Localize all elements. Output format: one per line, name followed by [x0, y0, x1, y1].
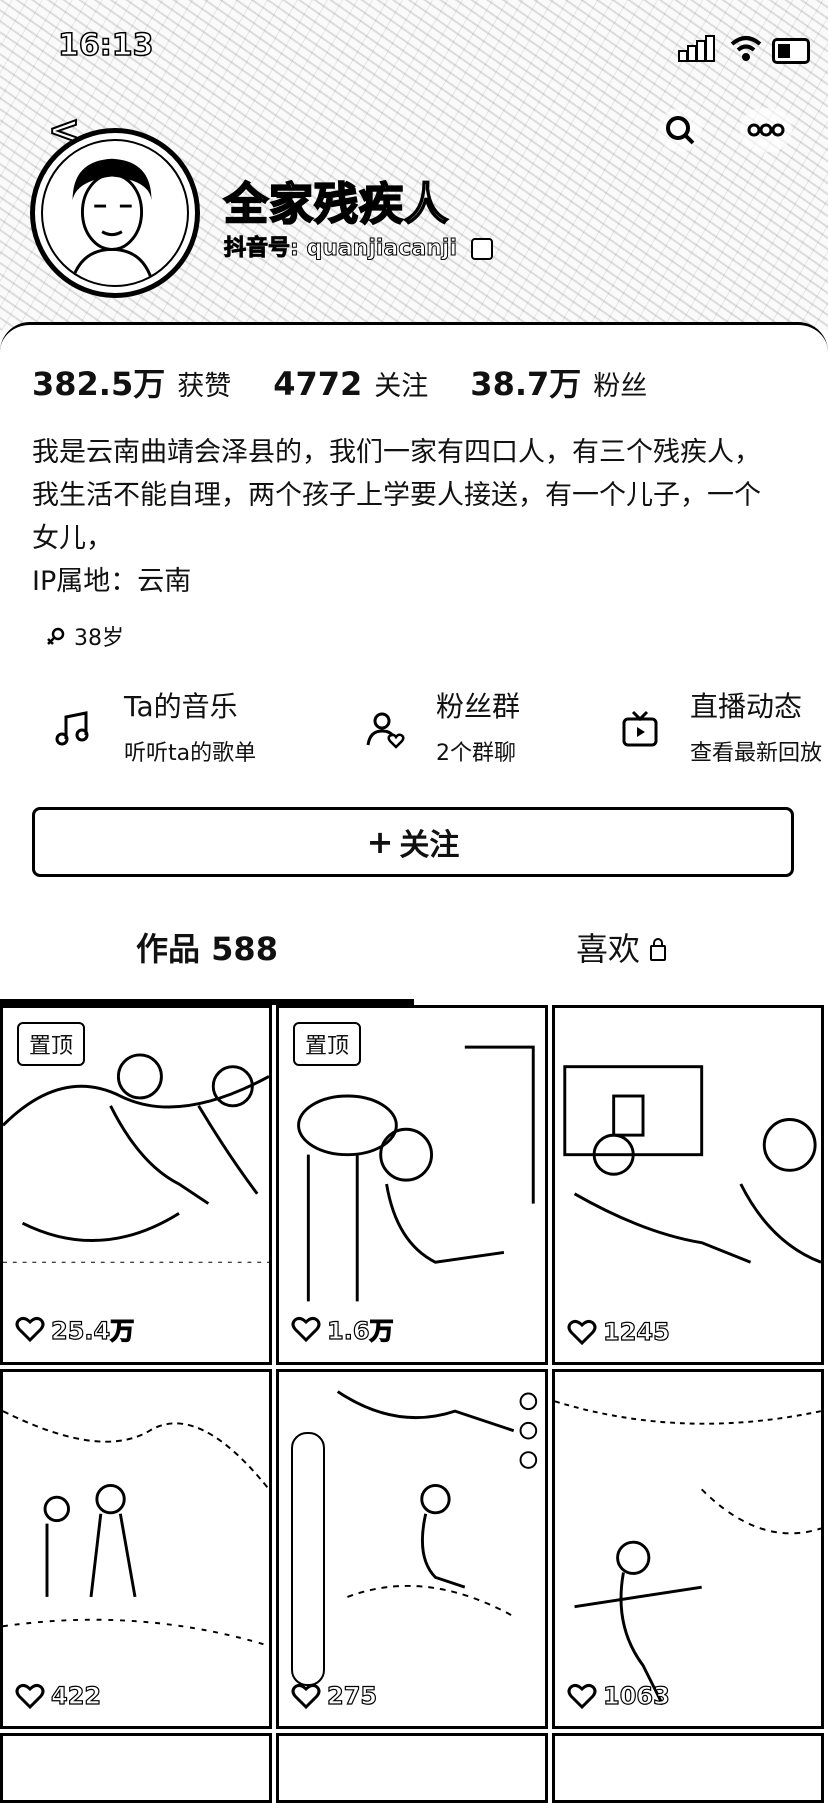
stat-value: 38.7万: [470, 365, 582, 403]
stat-label: 粉丝: [593, 371, 648, 402]
feature-title: 直播动态: [690, 690, 803, 723]
battery-icon: [772, 38, 810, 64]
profile-card: 382.5万 获赞 4772 关注 38.7万 粉丝 我是云南曲靖会泽县的，我们…: [0, 322, 828, 1803]
content-tabs: 作品 588 喜欢: [0, 913, 828, 985]
tv-icon: [622, 710, 658, 747]
feature-row: Ta的音乐 听听ta的歌单 粉丝群 2个群聊 直播动态 查看最新回放: [0, 685, 828, 773]
video-likes: 1.6万: [291, 1311, 394, 1346]
stat-value: 382.5万: [32, 365, 166, 403]
likes-count: 1.6万: [326, 1316, 394, 1345]
video-likes: 1063: [567, 1681, 670, 1711]
music-note-icon: [55, 711, 89, 746]
feature-subtitle: 听听ta的歌单: [124, 741, 257, 766]
follow-button[interactable]: + 关注: [32, 807, 794, 877]
search-button[interactable]: [658, 108, 702, 152]
video-likes: 25.4万: [15, 1311, 135, 1346]
feature-title: 粉丝群: [436, 690, 521, 723]
video-thumbnail: [555, 1372, 821, 1725]
lock-icon: [650, 938, 666, 961]
video-thumbnail: [555, 1008, 821, 1361]
stat-following[interactable]: 4772 关注: [273, 364, 428, 403]
video-item[interactable]: 422: [0, 1369, 272, 1729]
video-likes: 275: [291, 1681, 378, 1711]
tab-works[interactable]: 作品 588: [0, 913, 414, 985]
video-item[interactable]: 275: [276, 1369, 548, 1729]
feature-music[interactable]: Ta的音乐 听听ta的歌单: [52, 685, 292, 773]
stat-value: 4772: [273, 365, 363, 403]
heart-icon: [15, 1316, 45, 1342]
heart-icon: [567, 1319, 597, 1346]
bio-text: 我是云南曲靖会泽县的，我们一家有四口人，有三个残疾人，我生活不能自理，两个孩子上…: [32, 437, 761, 554]
video-item[interactable]: 置顶 25.4万: [0, 1005, 272, 1365]
stat-label: 关注: [374, 371, 429, 402]
pinned-badge: 置顶: [17, 1022, 86, 1066]
pinned-badge: 置顶: [293, 1022, 362, 1066]
video-item[interactable]: [552, 1733, 824, 1803]
video-item[interactable]: 1063: [552, 1369, 824, 1729]
nickname: 全家残疾人: [223, 178, 449, 231]
douyin-id[interactable]: 抖音号: quanjiacanji: [224, 230, 493, 262]
video-likes: 1245: [567, 1317, 670, 1347]
more-button[interactable]: [740, 108, 792, 152]
video-likes: 422: [15, 1681, 102, 1711]
status-time: 16:13: [57, 27, 154, 64]
feature-subtitle: 2个群聊: [436, 741, 516, 766]
avatar-face: [71, 158, 153, 280]
more-dots-icon: [747, 123, 785, 137]
video-grid: 置顶 25.4万 置顶 1.6万 1245 422 275 1063: [0, 1005, 828, 1803]
age-text: 38岁: [74, 626, 124, 651]
search-icon: [666, 116, 695, 145]
fan-group-icon: [366, 712, 405, 749]
feature-fan-group[interactable]: 粉丝群 2个群聊: [364, 685, 564, 773]
likes-count: 1063: [602, 1681, 670, 1710]
video-item[interactable]: [0, 1733, 272, 1803]
wifi-icon: [730, 36, 762, 61]
heart-icon: [15, 1683, 45, 1710]
status-icons: [678, 32, 810, 66]
ip-location: IP属地：云南: [32, 566, 192, 597]
likes-count: 25.4万: [50, 1316, 135, 1345]
signal-icon: [678, 35, 718, 62]
copy-icon[interactable]: [470, 238, 493, 260]
douyin-id-text: 抖音号: quanjiacanji: [224, 236, 458, 262]
stats-row: 382.5万 获赞 4772 关注 38.7万 粉丝: [32, 359, 689, 403]
likes-count: 422: [50, 1681, 102, 1710]
video-item[interactable]: 1245: [552, 1005, 824, 1365]
video-thumbnail: [3, 1372, 269, 1725]
age-tag: 38岁: [36, 615, 134, 657]
avatar[interactable]: [30, 128, 200, 298]
stat-likes[interactable]: 382.5万 获赞: [32, 359, 231, 405]
likes-count: 1245: [602, 1317, 670, 1346]
feature-live[interactable]: 直播动态 查看最新回放: [618, 685, 828, 773]
tab-likes[interactable]: 喜欢: [414, 913, 828, 985]
profile-header: 16:13 < 全家残疾人 抖音号: quanjiacanji: [0, 0, 828, 330]
video-volume-slider[interactable]: [291, 1432, 325, 1686]
heart-icon: [567, 1683, 597, 1710]
stat-followers[interactable]: 38.7万 粉丝: [470, 359, 647, 405]
avatar-image: [41, 139, 189, 287]
follow-label: 关注: [399, 828, 460, 863]
plus-icon: +: [366, 823, 394, 861]
heart-icon: [291, 1316, 321, 1342]
feature-subtitle: 查看最新回放: [690, 741, 823, 766]
heart-icon: [291, 1683, 321, 1710]
tab-label: 作品 588: [136, 930, 278, 968]
likes-count: 275: [326, 1681, 378, 1710]
stat-label: 获赞: [177, 371, 232, 402]
video-item[interactable]: [276, 1733, 548, 1803]
gender-icon: [47, 627, 65, 645]
video-item[interactable]: 置顶 1.6万: [276, 1005, 548, 1365]
tab-label: 喜欢: [575, 930, 640, 968]
feature-title: Ta的音乐: [124, 690, 238, 723]
